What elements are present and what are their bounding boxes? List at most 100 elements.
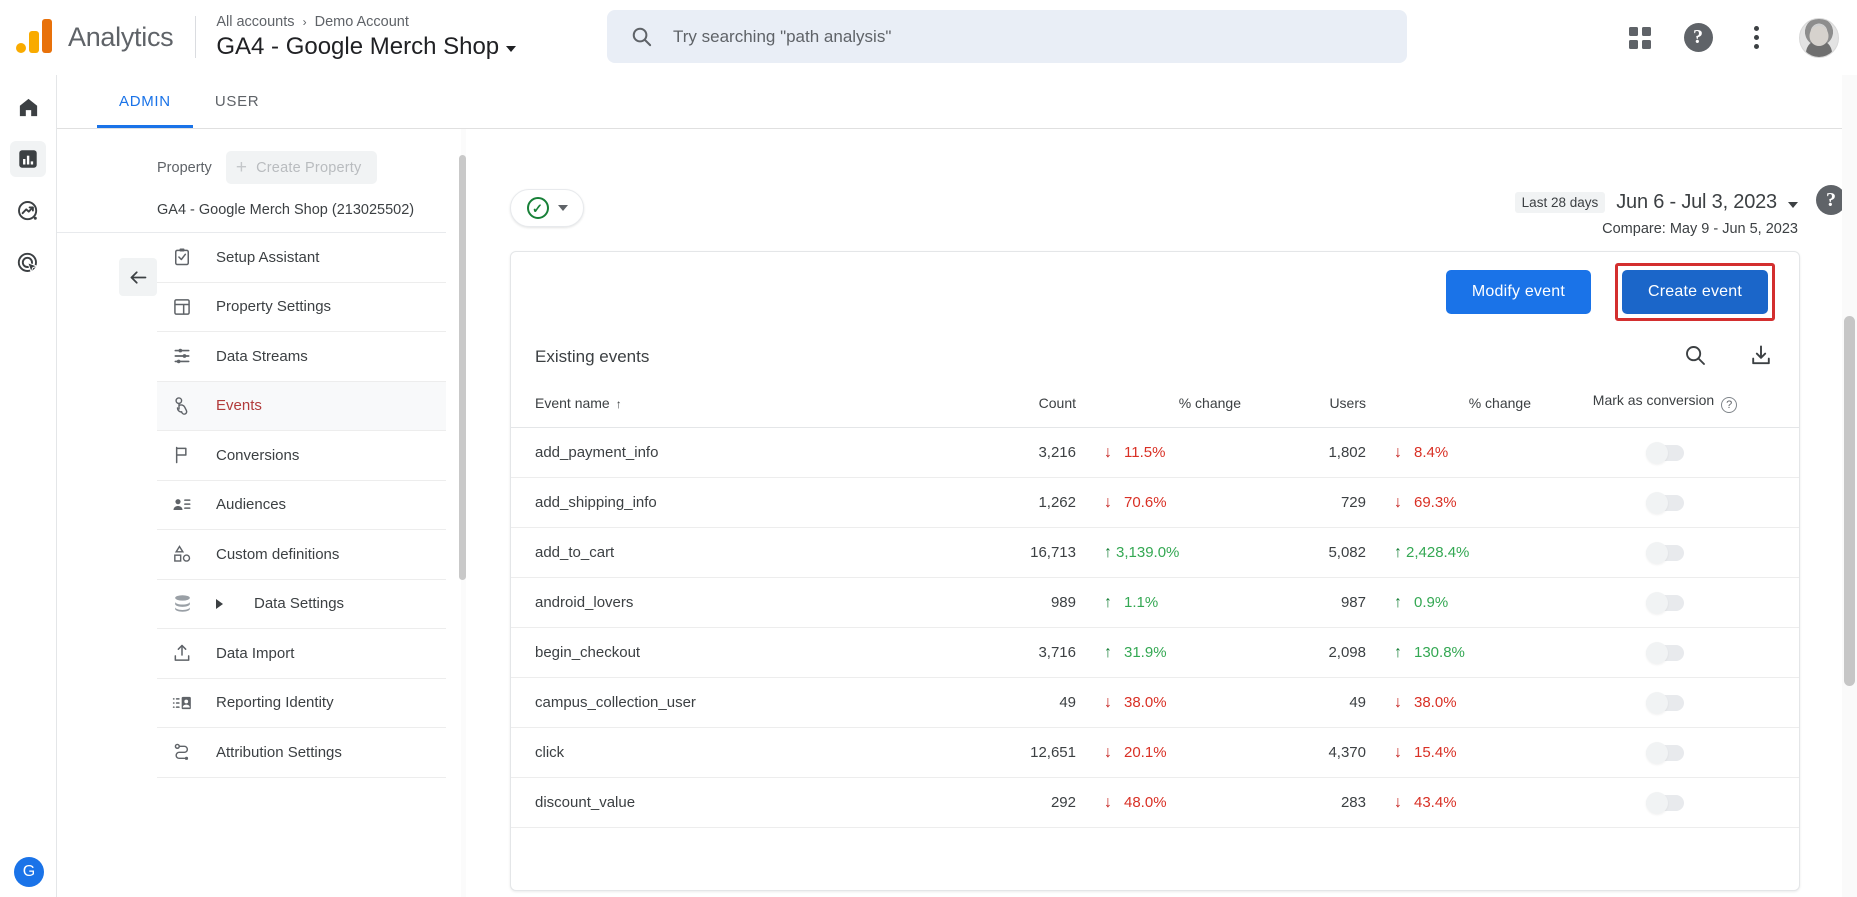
cell-mark-as-conversion bbox=[1531, 477, 1799, 528]
help-circle-icon[interactable]: ? bbox=[1683, 23, 1713, 53]
breadcrumb-all-accounts[interactable]: All accounts bbox=[216, 14, 294, 30]
cell-count-change: ↑ 3,139.0% bbox=[1076, 527, 1241, 578]
conversion-toggle[interactable] bbox=[1646, 791, 1684, 814]
kebab-more-icon[interactable] bbox=[1741, 23, 1771, 53]
apps-grid-icon[interactable] bbox=[1625, 23, 1655, 53]
status-badge[interactable]: ✓ bbox=[510, 189, 584, 227]
search-icon[interactable] bbox=[1683, 343, 1707, 367]
collapse-sidebar-button[interactable] bbox=[119, 258, 157, 296]
sidebar-item-attribution-settings[interactable]: Attribution Settings bbox=[157, 728, 446, 778]
conversion-toggle[interactable] bbox=[1646, 641, 1684, 664]
column-header-users[interactable]: Users bbox=[1241, 378, 1366, 428]
table-row[interactable]: click 12,651 ↓ 20.1% 4,370 ↓ 15.4% bbox=[511, 727, 1799, 778]
sidebar-item-data-settings[interactable]: Data Settings bbox=[157, 580, 446, 629]
search-input[interactable]: Try searching "path analysis" bbox=[607, 10, 1407, 63]
table-row[interactable]: add_shipping_info 1,262 ↓ 70.6% 729 ↓ 69.3% bbox=[511, 477, 1799, 528]
cell-count-change: ↓ 70.6% bbox=[1076, 477, 1241, 528]
table-row[interactable]: android_lovers 989 ↑ 1.1% 987 ↑ 0.9% bbox=[511, 577, 1799, 628]
page-scrollbar-thumb[interactable] bbox=[1844, 316, 1855, 686]
sidebar-item-label: Attribution Settings bbox=[216, 743, 342, 761]
sidebar-item-events[interactable]: Events bbox=[157, 381, 446, 431]
arrow-down-icon: ↓ bbox=[1104, 693, 1112, 711]
column-header-users-change[interactable]: % change bbox=[1366, 378, 1531, 428]
table-row[interactable]: campus_collection_user 49 ↓ 38.0% 49 ↓ 38.0% bbox=[511, 677, 1799, 728]
breadcrumb-demo-account[interactable]: Demo Account bbox=[315, 14, 409, 30]
database-icon bbox=[171, 593, 193, 615]
rail-item-explore[interactable] bbox=[10, 193, 46, 229]
change-indicator: ↓ 20.1% bbox=[1076, 744, 1241, 761]
cell-event-name[interactable]: add_payment_info bbox=[511, 427, 951, 478]
cell-event-name[interactable]: campus_collection_user bbox=[511, 677, 951, 728]
sidebar-item-setup-assistant[interactable]: Setup Assistant bbox=[157, 233, 446, 283]
conversion-toggle[interactable] bbox=[1646, 741, 1684, 764]
column-header-count[interactable]: Count bbox=[951, 378, 1076, 428]
brand-name: Analytics bbox=[68, 21, 174, 52]
admin-user-tabs: ADMIN USER bbox=[57, 75, 1857, 129]
existing-events-card: Modify event Create event Existing event… bbox=[510, 251, 1800, 891]
rail-item-reports[interactable] bbox=[10, 141, 46, 177]
tab-admin[interactable]: ADMIN bbox=[97, 74, 193, 128]
column-label: % change bbox=[1178, 394, 1241, 411]
cell-event-name[interactable]: discount_value bbox=[511, 777, 951, 828]
change-indicator: ↑ 130.8% bbox=[1366, 644, 1531, 661]
expand-triangle-icon[interactable] bbox=[216, 598, 223, 609]
conversion-toggle[interactable] bbox=[1646, 541, 1684, 564]
sidebar-item-conversions[interactable]: Conversions bbox=[157, 431, 446, 481]
change-indicator: ↑ 1.1% bbox=[1076, 594, 1241, 611]
rail-item-home[interactable] bbox=[10, 89, 46, 125]
download-icon[interactable] bbox=[1749, 343, 1773, 367]
rail-item-advertising[interactable] bbox=[10, 245, 46, 281]
column-header-count-change[interactable]: % change bbox=[1076, 378, 1241, 428]
cell-event-name[interactable]: add_shipping_info bbox=[511, 477, 951, 528]
question-mark-icon[interactable]: ? bbox=[1721, 397, 1738, 413]
change-indicator: ↓ 69.3% bbox=[1366, 494, 1531, 511]
conversion-toggle[interactable] bbox=[1646, 691, 1684, 714]
cell-event-name[interactable]: android_lovers bbox=[511, 577, 951, 628]
sidebar-item-label: Data Streams bbox=[216, 347, 308, 365]
sidebar-item-label: Property Settings bbox=[216, 298, 332, 316]
clipboard-check-icon bbox=[171, 246, 193, 268]
sidebar-scrollbar-thumb[interactable] bbox=[459, 155, 466, 580]
property-name-row[interactable]: GA4 - Google Merch Shop (213025502) bbox=[57, 184, 446, 233]
data-streams-icon bbox=[171, 345, 193, 367]
table-body: add_payment_info 3,216 ↓ 11.5% 1,802 ↓ 8.4% add… bbox=[511, 427, 1799, 828]
table-row[interactable]: add_to_cart 16,713 ↑ 3,139.0% 5,082 ↑ 2,428.4% bbox=[511, 527, 1799, 578]
create-property-button[interactable]: + Create Property bbox=[225, 151, 378, 184]
conversion-toggle[interactable] bbox=[1646, 491, 1684, 514]
sidebar-item-reporting-identity[interactable]: Reporting Identity bbox=[157, 679, 446, 728]
table-row[interactable]: discount_value 292 ↓ 48.0% 283 ↓ 43.4% bbox=[511, 777, 1799, 828]
attribution-icon bbox=[171, 741, 193, 763]
google-badge-icon[interactable]: G bbox=[14, 857, 44, 887]
table-row[interactable]: begin_checkout 3,716 ↑ 31.9% 2,098 ↑ 130.8% bbox=[511, 627, 1799, 678]
create-event-highlight: Create event bbox=[1614, 263, 1775, 321]
cell-event-name[interactable]: add_to_cart bbox=[511, 527, 951, 578]
cell-count: 3,216 bbox=[951, 427, 1076, 478]
date-range-selector[interactable]: Last 28 days Jun 6 - Jul 3, 2023 bbox=[1514, 191, 1798, 214]
table-row[interactable]: add_payment_info 3,216 ↓ 11.5% 1,802 ↓ 8.4% bbox=[511, 427, 1799, 478]
cell-event-name[interactable]: click bbox=[511, 727, 951, 778]
sidebar-item-data-import[interactable]: Data Import bbox=[157, 629, 446, 679]
sidebar-item-audiences[interactable]: Audiences bbox=[157, 481, 446, 530]
avatar[interactable] bbox=[1799, 17, 1839, 58]
event-action-buttons: Modify event Create event bbox=[511, 252, 1799, 332]
conversion-toggle[interactable] bbox=[1646, 441, 1684, 464]
property-selector-label: GA4 - Google Merch Shop bbox=[216, 33, 500, 60]
breadcrumb: All accounts › Demo Account bbox=[216, 12, 516, 32]
property-selector[interactable]: GA4 - Google Merch Shop bbox=[216, 32, 517, 62]
column-header-event-name[interactable]: Event name ↑ bbox=[511, 378, 951, 428]
arrow-down-icon: ↓ bbox=[1394, 493, 1402, 511]
cell-mark-as-conversion bbox=[1531, 527, 1799, 578]
modify-event-button[interactable]: Modify event bbox=[1445, 270, 1591, 314]
conversion-toggle[interactable] bbox=[1646, 591, 1684, 614]
chevron-down-icon bbox=[1788, 201, 1798, 208]
change-indicator: ↓ 43.4% bbox=[1366, 794, 1531, 811]
chevron-down-icon bbox=[506, 46, 517, 52]
sidebar-item-custom-definitions[interactable]: Custom definitions bbox=[157, 530, 446, 580]
cell-event-name[interactable]: begin_checkout bbox=[511, 627, 951, 678]
change-indicator: ↓ 15.4% bbox=[1366, 744, 1531, 761]
cell-users-change: ↑ 2,428.4% bbox=[1366, 527, 1531, 578]
create-event-button[interactable]: Create event bbox=[1621, 270, 1768, 314]
sidebar-item-data-streams[interactable]: Data Streams bbox=[157, 332, 446, 382]
sidebar-item-property-settings[interactable]: Property Settings bbox=[157, 283, 446, 332]
tab-user[interactable]: USER bbox=[193, 74, 281, 128]
